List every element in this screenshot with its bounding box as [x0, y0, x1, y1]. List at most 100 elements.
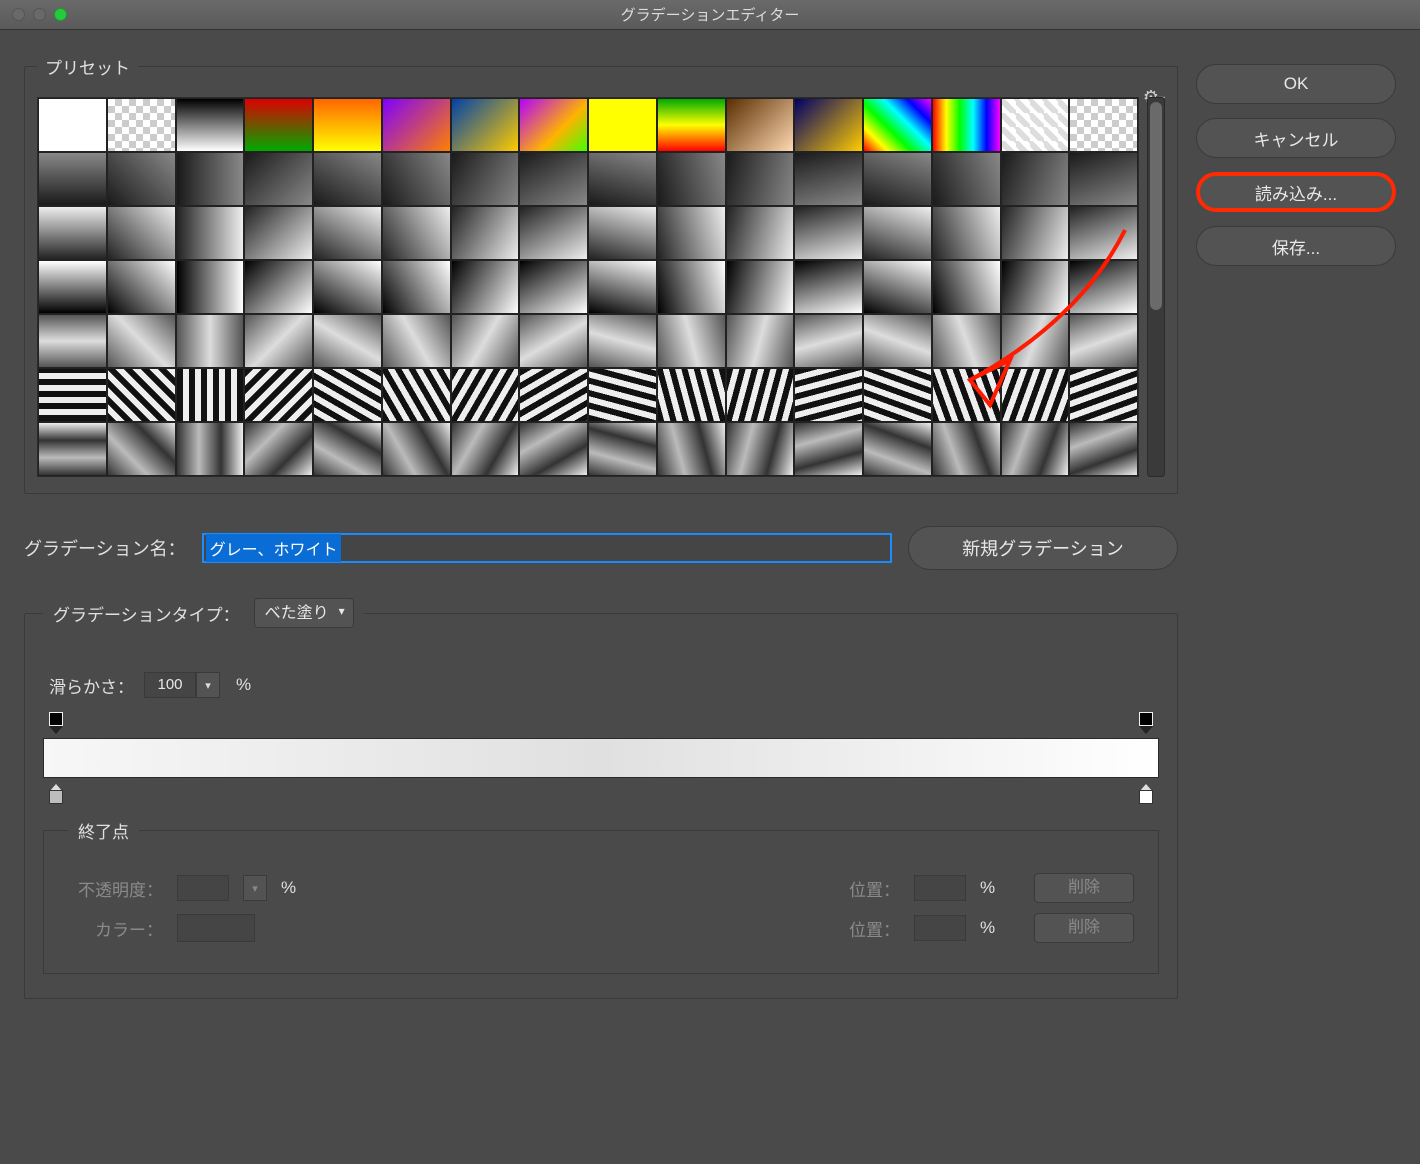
preset-swatch[interactable]: [38, 152, 107, 206]
gradient-preview-bar[interactable]: [43, 738, 1159, 778]
preset-swatch[interactable]: [176, 152, 245, 206]
preset-swatch[interactable]: [657, 422, 726, 476]
preset-swatch[interactable]: [244, 368, 313, 422]
smoothness-input[interactable]: 100: [144, 672, 196, 698]
preset-swatch[interactable]: [244, 260, 313, 314]
preset-swatch[interactable]: [519, 314, 588, 368]
preset-swatch[interactable]: [794, 260, 863, 314]
preset-swatch[interactable]: [932, 422, 1001, 476]
preset-swatch[interactable]: [863, 314, 932, 368]
preset-swatch[interactable]: [38, 422, 107, 476]
preset-swatch[interactable]: [1001, 152, 1070, 206]
preset-swatch[interactable]: [1069, 152, 1138, 206]
preset-swatch[interactable]: [382, 260, 451, 314]
preset-swatch[interactable]: [588, 98, 657, 152]
preset-swatch[interactable]: [519, 98, 588, 152]
preset-swatch[interactable]: [382, 314, 451, 368]
preset-swatch[interactable]: [313, 98, 382, 152]
preset-swatch[interactable]: [1069, 206, 1138, 260]
preset-swatch[interactable]: [451, 98, 520, 152]
preset-swatch[interactable]: [726, 422, 795, 476]
preset-swatch[interactable]: [863, 260, 932, 314]
load-button[interactable]: 読み込み...: [1196, 172, 1396, 212]
preset-swatch[interactable]: [244, 314, 313, 368]
preset-swatch[interactable]: [657, 152, 726, 206]
preset-swatch[interactable]: [657, 314, 726, 368]
preset-swatch[interactable]: [38, 260, 107, 314]
preset-swatch[interactable]: [382, 152, 451, 206]
preset-swatch[interactable]: [1069, 368, 1138, 422]
color-stop-right[interactable]: [1139, 790, 1153, 804]
preset-swatch[interactable]: [1069, 422, 1138, 476]
preset-swatch[interactable]: [726, 152, 795, 206]
preset-swatch[interactable]: [382, 98, 451, 152]
close-window[interactable]: [12, 8, 25, 21]
preset-swatch[interactable]: [794, 206, 863, 260]
preset-swatch[interactable]: [107, 260, 176, 314]
gradient-type-dropdown[interactable]: べた塗り: [254, 598, 354, 628]
preset-swatch[interactable]: [176, 206, 245, 260]
opacity-stop-right[interactable]: [1139, 712, 1153, 726]
color-swatch[interactable]: [177, 914, 255, 942]
preset-swatch[interactable]: [588, 422, 657, 476]
preset-swatch[interactable]: [451, 152, 520, 206]
preset-swatch[interactable]: [726, 314, 795, 368]
position-input-2[interactable]: [914, 915, 966, 941]
preset-swatch[interactable]: [1069, 260, 1138, 314]
delete-color-stop-button[interactable]: 削除: [1034, 913, 1134, 943]
preset-swatch[interactable]: [176, 422, 245, 476]
opacity-stepper[interactable]: ▾: [243, 875, 267, 901]
opacity-input[interactable]: [177, 875, 229, 901]
preset-swatch[interactable]: [519, 260, 588, 314]
preset-swatch[interactable]: [38, 368, 107, 422]
preset-swatch[interactable]: [588, 260, 657, 314]
preset-swatch[interactable]: [244, 206, 313, 260]
preset-swatch[interactable]: [176, 368, 245, 422]
preset-swatch[interactable]: [451, 314, 520, 368]
preset-swatch[interactable]: [382, 206, 451, 260]
preset-swatch[interactable]: [38, 314, 107, 368]
preset-swatch[interactable]: [863, 206, 932, 260]
preset-swatch[interactable]: [313, 314, 382, 368]
preset-swatch[interactable]: [244, 422, 313, 476]
preset-swatch[interactable]: [519, 152, 588, 206]
preset-swatch[interactable]: [107, 98, 176, 152]
preset-swatch[interactable]: [107, 152, 176, 206]
preset-swatch[interactable]: [932, 314, 1001, 368]
preset-swatch[interactable]: [1001, 368, 1070, 422]
preset-swatch[interactable]: [1069, 314, 1138, 368]
gradient-bar-editor[interactable]: [43, 712, 1159, 804]
preset-swatch[interactable]: [244, 152, 313, 206]
preset-swatch[interactable]: [588, 314, 657, 368]
preset-swatch[interactable]: [657, 206, 726, 260]
preset-swatch[interactable]: [794, 152, 863, 206]
preset-swatch[interactable]: [863, 98, 932, 152]
preset-swatch[interactable]: [932, 368, 1001, 422]
preset-swatch[interactable]: [313, 260, 382, 314]
opacity-stop-left[interactable]: [49, 712, 63, 726]
preset-swatch[interactable]: [382, 368, 451, 422]
cancel-button[interactable]: キャンセル: [1196, 118, 1396, 158]
preset-swatch[interactable]: [726, 260, 795, 314]
preset-swatch[interactable]: [1001, 260, 1070, 314]
position-input-1[interactable]: [914, 875, 966, 901]
preset-swatch[interactable]: [657, 260, 726, 314]
preset-swatch[interactable]: [107, 422, 176, 476]
smoothness-stepper[interactable]: ▾: [196, 672, 220, 698]
preset-swatch[interactable]: [519, 206, 588, 260]
preset-swatch[interactable]: [726, 98, 795, 152]
preset-swatch[interactable]: [726, 206, 795, 260]
preset-swatch[interactable]: [176, 260, 245, 314]
preset-swatch[interactable]: [176, 98, 245, 152]
preset-swatch[interactable]: [313, 152, 382, 206]
preset-swatch[interactable]: [794, 98, 863, 152]
color-stop-left[interactable]: [49, 790, 63, 804]
preset-swatch[interactable]: [794, 422, 863, 476]
preset-swatch[interactable]: [313, 206, 382, 260]
preset-swatch[interactable]: [244, 98, 313, 152]
preset-swatch[interactable]: [932, 206, 1001, 260]
preset-swatch[interactable]: [932, 98, 1001, 152]
preset-swatch[interactable]: [657, 368, 726, 422]
preset-swatch[interactable]: [1069, 98, 1138, 152]
preset-swatch[interactable]: [863, 422, 932, 476]
